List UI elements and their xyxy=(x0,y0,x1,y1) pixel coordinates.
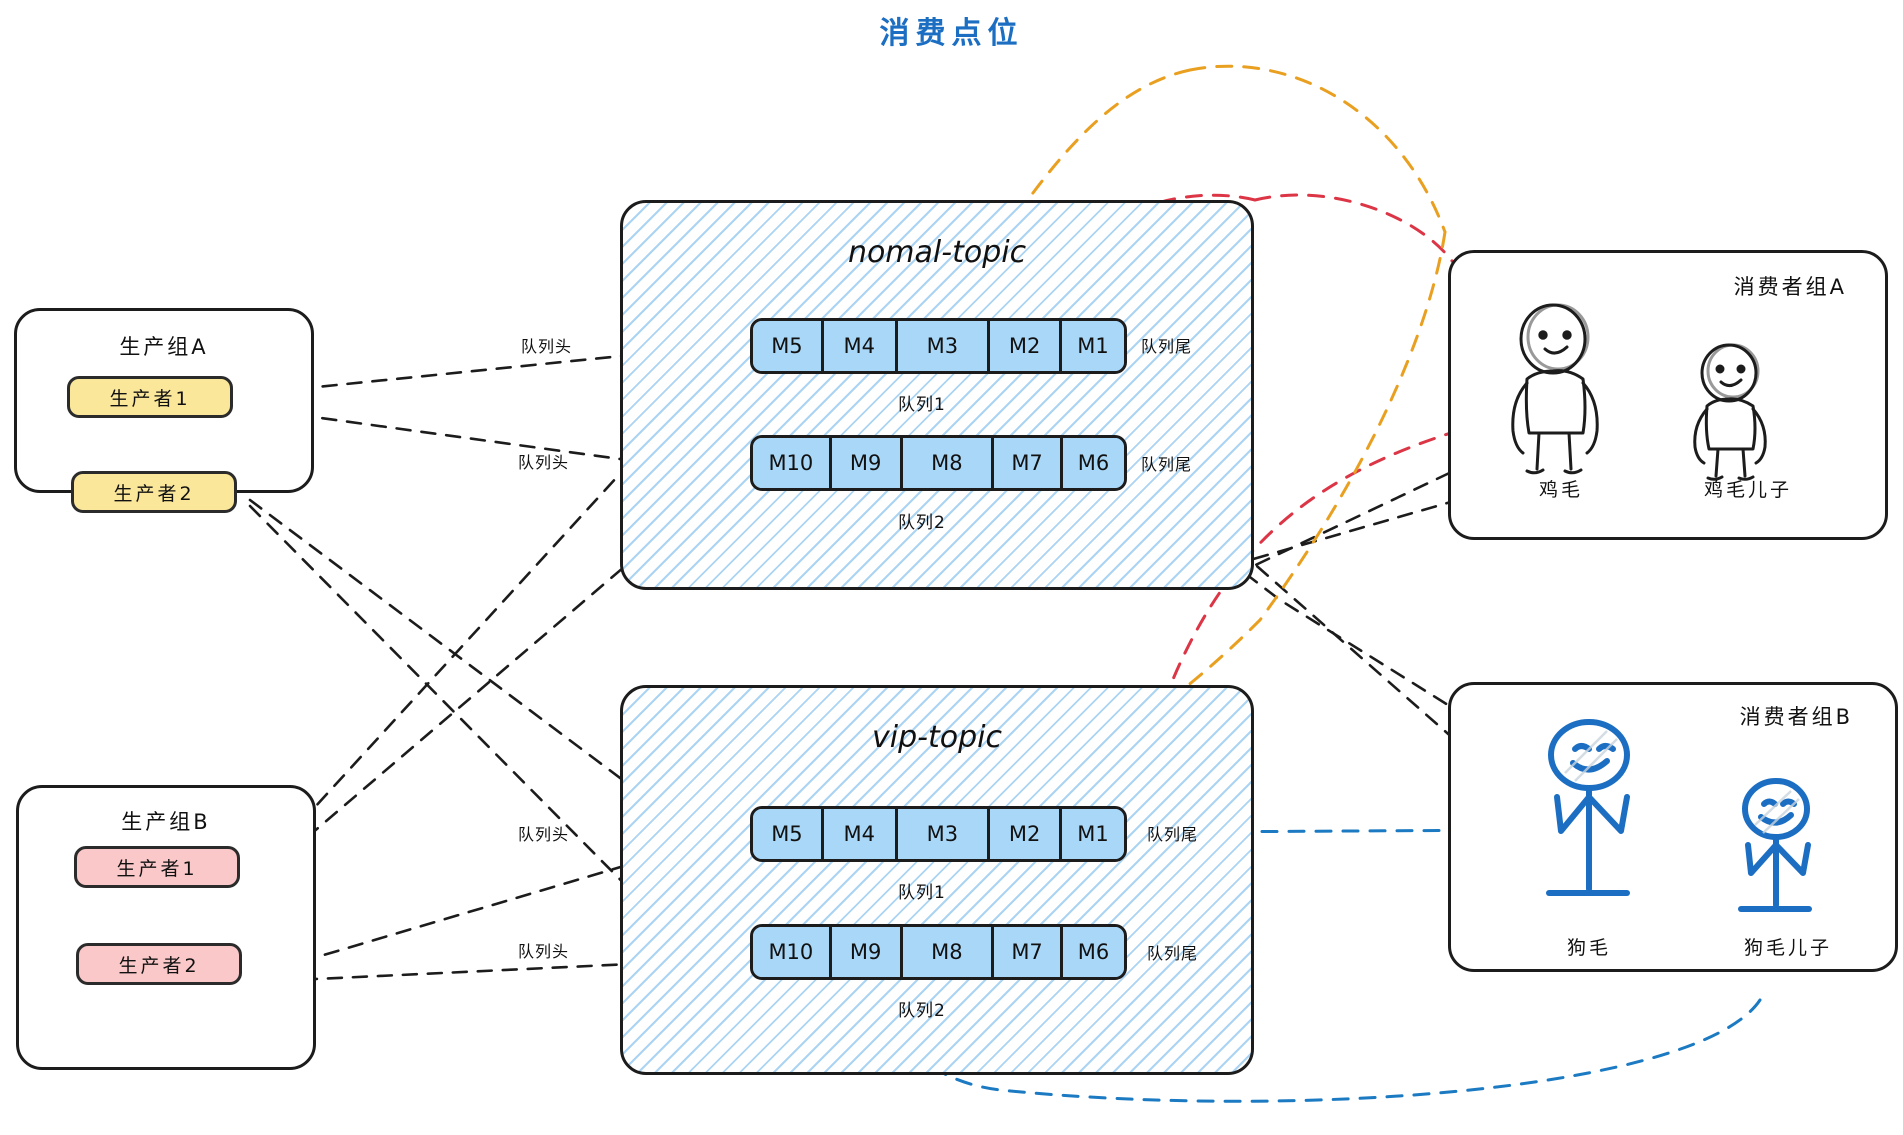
message-label: M6 xyxy=(1077,940,1110,964)
consumer-group-b: 消费者组B 狗毛 狗毛儿子 xyxy=(1448,682,1898,972)
vip-q2-cell[interactable]: M6 xyxy=(1063,927,1124,977)
nomal-q2-caption: 队列2 xyxy=(898,513,946,533)
message-label: M1 xyxy=(1077,334,1109,358)
vip-q1-head-label: 队列头 xyxy=(518,825,570,844)
message-label: M6 xyxy=(1077,451,1110,475)
message-label: M7 xyxy=(1011,451,1043,475)
producer-a-2-label: 生产者2 xyxy=(113,482,195,505)
nomal-q1-cell[interactable]: M5 xyxy=(753,321,824,371)
consumer-b-figure-small xyxy=(1738,778,1812,912)
consumer-b-1-name: 狗毛 xyxy=(1567,937,1612,959)
producer-group-a: 生产组A 生产者1 生产者2 xyxy=(14,308,314,513)
nomal-q1-tail-label: 队列尾 xyxy=(1141,337,1193,356)
nomal-q1-cell[interactable]: M4 xyxy=(823,321,898,371)
nomal-queue-1: M5 M4 M3 M2 M1 xyxy=(750,318,1127,374)
vip-q2-tail-label: 队列尾 xyxy=(1147,944,1199,963)
message-label: M5 xyxy=(771,334,803,358)
producer-a-2[interactable]: 生产者2 xyxy=(71,471,237,513)
vip-q1-caption: 队列1 xyxy=(898,883,946,903)
nomal-q2-tail-label: 队列尾 xyxy=(1141,455,1193,474)
message-label: M1 xyxy=(1077,822,1109,846)
vip-q1-cell[interactable]: M1 xyxy=(1062,809,1124,859)
nomal-q2-head-label: 队列头 xyxy=(518,453,570,472)
message-label: M5 xyxy=(771,822,803,846)
producer-group-b: 生产组B 生产者1 生产者2 xyxy=(16,785,316,1070)
nomal-q2-cell[interactable]: M8 xyxy=(902,438,995,488)
nomal-q2-cell[interactable]: M9 xyxy=(831,438,903,488)
message-label: M9 xyxy=(849,940,882,964)
message-label: M4 xyxy=(843,334,875,358)
vip-queue-1: M5 M4 M3 M2 M1 xyxy=(750,806,1127,862)
vip-q1-cell[interactable]: M2 xyxy=(990,809,1063,859)
consumer-group-a: 消费者组A 鸡毛 鸡毛儿子 xyxy=(1448,250,1888,540)
producer-b-1[interactable]: 生产者1 xyxy=(74,846,240,888)
vip-q2-cell[interactable]: M9 xyxy=(831,927,903,977)
vip-q1-cell[interactable]: M4 xyxy=(823,809,898,859)
topic-vip-name: vip-topic xyxy=(872,720,1002,755)
vip-queue-2: M10 M9 M8 M7 M6 xyxy=(750,924,1127,980)
nomal-q1-cell[interactable]: M3 xyxy=(897,321,991,371)
message-label: M2 xyxy=(1008,822,1041,846)
vip-q2-cell[interactable]: M10 xyxy=(753,927,832,977)
message-label: M8 xyxy=(931,451,963,475)
message-label: M3 xyxy=(926,334,959,358)
consumer-group-a-title: 消费者组A xyxy=(1733,275,1847,299)
topic-vip: vip-topic M5 M4 M3 M2 M1 队列头 队列尾 队列1 M10… xyxy=(518,685,1254,1075)
message-label: M9 xyxy=(849,451,882,475)
vip-q1-cell[interactable]: M3 xyxy=(897,809,991,859)
producer-b-2-label: 生产者2 xyxy=(118,954,200,977)
vip-q2-head-label: 队列头 xyxy=(518,942,570,961)
nomal-q1-caption: 队列1 xyxy=(898,395,946,415)
nomal-q1-head-label: 队列头 xyxy=(521,337,573,356)
message-label: M10 xyxy=(768,451,814,475)
nomal-q1-cell[interactable]: M1 xyxy=(1062,321,1124,371)
message-label: M7 xyxy=(1011,940,1043,964)
producer-group-a-title: 生产组A xyxy=(119,335,209,359)
producer-b-1-label: 生产者1 xyxy=(116,857,198,880)
producer-a-1[interactable]: 生产者1 xyxy=(67,376,233,418)
vip-q2-caption: 队列2 xyxy=(898,1001,946,1021)
nomal-q2-cell[interactable]: M7 xyxy=(994,438,1064,488)
consumer-a-2-name: 鸡毛儿子 xyxy=(1704,479,1793,501)
consumer-b-2-name: 狗毛儿子 xyxy=(1744,937,1833,959)
message-label: M2 xyxy=(1008,334,1041,358)
consumer-a-figure-big xyxy=(1511,303,1599,475)
diagram-canvas: 消费点位 生产组A 生产者1 生产者2 生产组B 生产者1 生产者2 nomal… xyxy=(0,0,1903,1135)
topic-nomal-name: nomal-topic xyxy=(847,235,1027,270)
message-label: M3 xyxy=(926,822,959,846)
nomal-q2-cell[interactable]: M6 xyxy=(1063,438,1124,488)
vip-q1-tail-label: 队列尾 xyxy=(1147,825,1199,844)
nomal-q2-cell[interactable]: M10 xyxy=(753,438,832,488)
producer-group-b-title: 生产组B xyxy=(121,810,211,834)
page-title: 消费点位 xyxy=(879,16,1024,51)
producer-a-1-label: 生产者1 xyxy=(109,387,191,410)
consumer-b-figure-big xyxy=(1546,719,1630,896)
message-label: M4 xyxy=(843,822,875,846)
message-label: M10 xyxy=(768,940,814,964)
consumer-a-figure-small xyxy=(1693,343,1767,481)
consumer-a-1-name: 鸡毛 xyxy=(1539,479,1584,501)
producer-b-2[interactable]: 生产者2 xyxy=(76,943,242,985)
nomal-q1-cell[interactable]: M2 xyxy=(990,321,1063,371)
nomal-queue-2: M10 M9 M8 M7 M6 xyxy=(750,435,1127,491)
vip-q2-cell[interactable]: M7 xyxy=(994,927,1064,977)
vip-q1-cell[interactable]: M5 xyxy=(753,809,824,859)
topic-nomal: nomal-topic M5 M4 M3 M2 M1 队列头 队列尾 队列1 M… xyxy=(518,200,1254,590)
message-label: M8 xyxy=(931,940,963,964)
vip-q2-cell[interactable]: M8 xyxy=(902,927,995,977)
